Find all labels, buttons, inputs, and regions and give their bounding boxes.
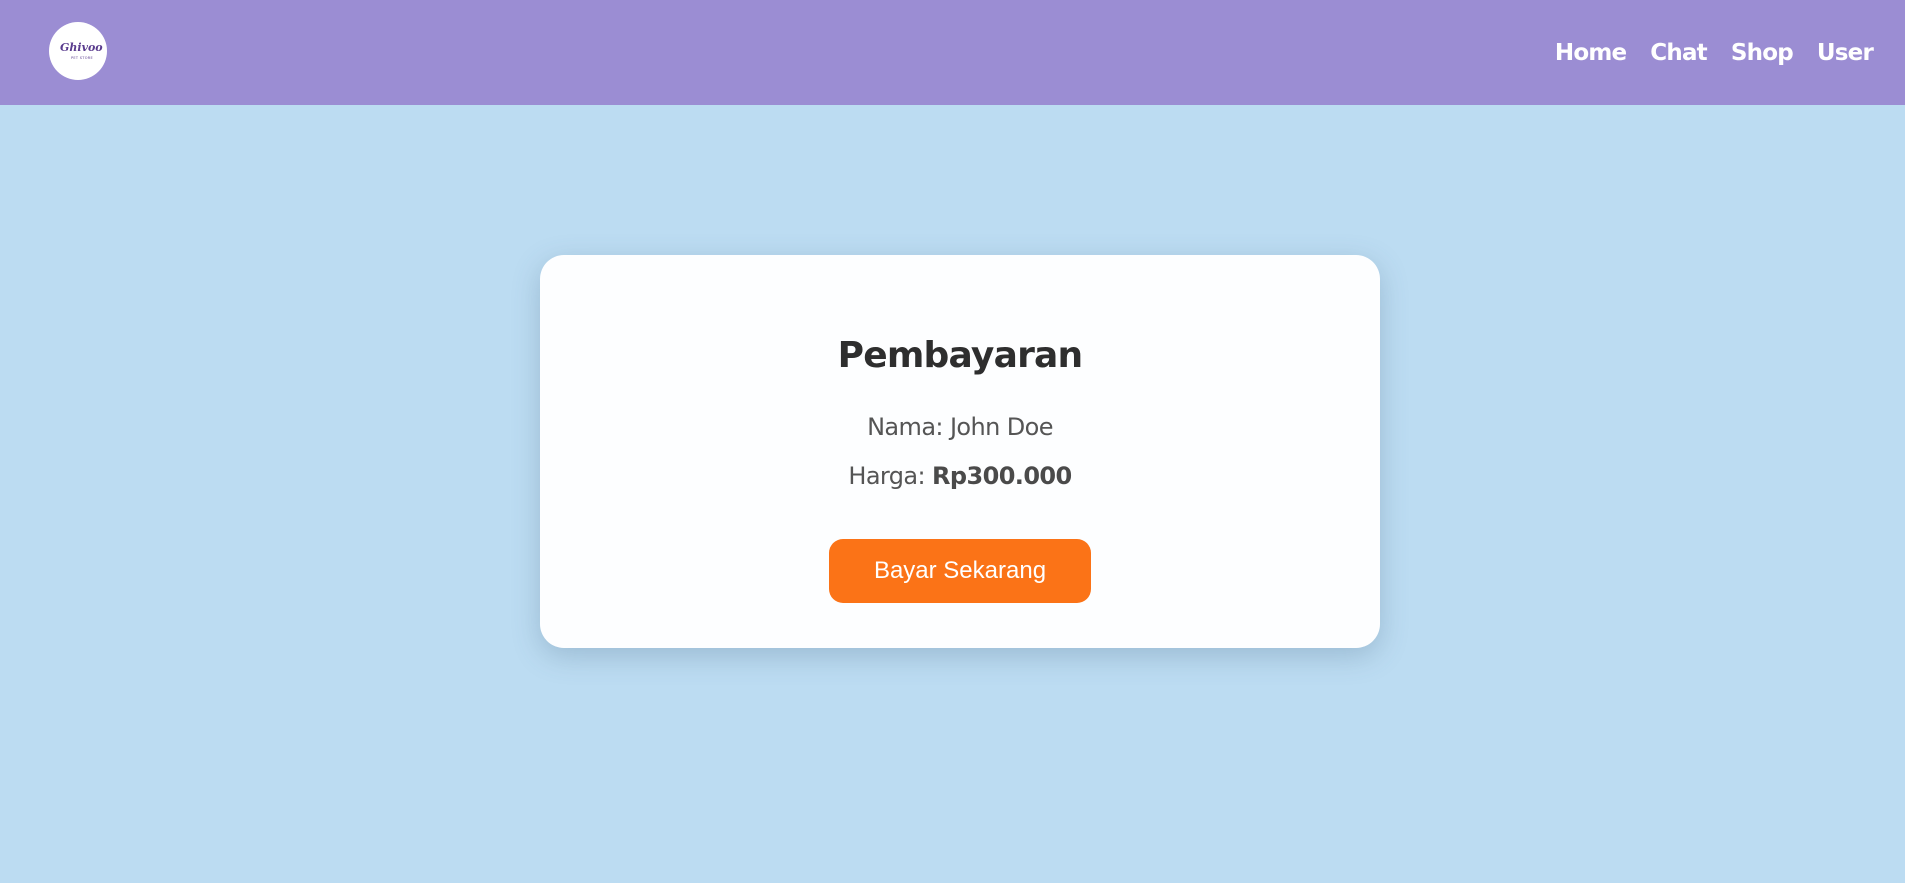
customer-name-line: Nama: John Doe — [540, 413, 1380, 441]
price-line: Harga: Rp300.000 — [540, 462, 1380, 490]
nav-link-shop[interactable]: Shop — [1731, 40, 1794, 66]
price-value: Rp300.000 — [932, 462, 1072, 490]
logo-tagline: PET STORE — [71, 56, 94, 60]
payment-card: Pembayaran Nama: John Doe Harga: Rp300.0… — [540, 255, 1380, 648]
nav-link-chat[interactable]: Chat — [1650, 40, 1707, 66]
nav-link-home[interactable]: Home — [1555, 40, 1627, 66]
nav-link-user[interactable]: User — [1817, 40, 1874, 66]
name-label: Nama: — [867, 413, 943, 441]
main-nav: Home Chat Shop User — [1555, 0, 1874, 105]
payment-title: Pembayaran — [837, 335, 1084, 376]
logo-wordmark: Ghivoo — [60, 41, 103, 54]
navbar: Ghivoo PET STORE Home Chat Shop User — [0, 0, 1905, 105]
name-value: John Doe — [949, 413, 1054, 441]
brand-logo[interactable]: Ghivoo PET STORE — [49, 22, 107, 80]
price-label: Harga: — [848, 462, 926, 490]
pay-now-button[interactable]: Bayar Sekarang — [829, 539, 1091, 603]
